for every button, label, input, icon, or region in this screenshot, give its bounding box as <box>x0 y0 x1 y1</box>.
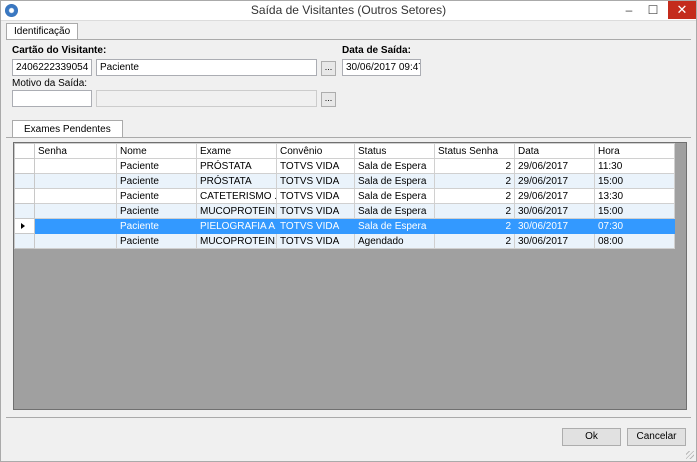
cell-data: 29/06/2017 <box>514 158 595 174</box>
table-header-row: Senha Nome Exame Convênio Status Status … <box>14 143 675 159</box>
cell-data: 30/06/2017 <box>514 203 595 219</box>
cell-status-senha: 2 <box>434 218 515 234</box>
cartao-input[interactable]: 2406222339054 <box>12 59 92 76</box>
data-saida-input[interactable]: 30/06/2017 09:47 <box>342 59 421 76</box>
cell-nome: Paciente <box>116 203 197 219</box>
main-window: Saída de Visitantes (Outros Setores) – ☐… <box>0 0 697 462</box>
window-title: Saída de Visitantes (Outros Setores) <box>250 3 447 17</box>
cell-nome: Paciente <box>116 173 197 189</box>
row-header[interactable] <box>14 173 35 189</box>
cell-convenio: TOTVS VIDA <box>276 218 355 234</box>
motivo-desc-field <box>96 90 317 107</box>
cell-status: Sala de Espera <box>354 188 435 204</box>
cell-senha <box>34 173 117 189</box>
table-row-selected[interactable]: Paciente PIELOGRAFIA A... TOTVS VIDA Sal… <box>14 218 675 234</box>
cell-status-senha: 2 <box>434 188 515 204</box>
cell-hora: 11:30 <box>594 158 675 174</box>
cell-hora: 15:00 <box>594 173 675 189</box>
cell-exame: MUCOPROTEIN... <box>196 203 277 219</box>
cell-status: Sala de Espera <box>354 158 435 174</box>
tab-identificacao[interactable]: Identificação <box>6 23 79 40</box>
motivo-input[interactable] <box>12 90 92 107</box>
column-header-status-senha[interactable]: Status Senha <box>434 143 515 159</box>
exams-grid[interactable]: Senha Nome Exame Convênio Status Status … <box>13 142 687 410</box>
cell-hora: 08:00 <box>594 233 675 249</box>
cartao-lookup-button[interactable]: ... <box>321 61 336 76</box>
cell-exame: MUCOPROTEIN... <box>196 233 277 249</box>
cell-data: 29/06/2017 <box>514 173 595 189</box>
column-header-convenio[interactable]: Convênio <box>276 143 355 159</box>
cell-status-senha: 2 <box>434 158 515 174</box>
column-header-exame[interactable]: Exame <box>196 143 277 159</box>
cell-status: Sala de Espera <box>354 218 435 234</box>
cell-data: 29/06/2017 <box>514 188 595 204</box>
cell-status-senha: 2 <box>434 233 515 249</box>
tab-exames-pendentes[interactable]: Exames Pendentes <box>12 120 123 138</box>
cell-hora: 15:00 <box>594 203 675 219</box>
table-row[interactable]: Paciente CATETERISMO ... TOTVS VIDA Sala… <box>14 188 675 204</box>
cell-exame: PRÓSTATA <box>196 173 277 189</box>
row-header[interactable] <box>14 203 35 219</box>
row-header[interactable] <box>14 188 35 204</box>
cell-senha <box>34 233 117 249</box>
resize-grip-icon[interactable] <box>686 451 694 459</box>
column-header-nome[interactable]: Nome <box>116 143 197 159</box>
exams-table: Senha Nome Exame Convênio Status Status … <box>14 143 675 249</box>
cell-exame: PIELOGRAFIA A... <box>196 218 277 234</box>
cell-status-senha: 2 <box>434 203 515 219</box>
column-header-status[interactable]: Status <box>354 143 435 159</box>
row-header[interactable] <box>14 158 35 174</box>
motivo-lookup-button[interactable]: ... <box>321 92 336 107</box>
cell-nome: Paciente <box>116 233 197 249</box>
cell-convenio: TOTVS VIDA <box>276 173 355 189</box>
column-header-hora[interactable]: Hora <box>594 143 675 159</box>
maximize-icon[interactable]: ☐ <box>640 1 666 19</box>
cell-status: Agendado <box>354 233 435 249</box>
cancel-button[interactable]: Cancelar <box>627 428 686 446</box>
cell-status: Sala de Espera <box>354 203 435 219</box>
cell-exame: PRÓSTATA <box>196 158 277 174</box>
cell-nome: Paciente <box>116 158 197 174</box>
row-header[interactable] <box>14 233 35 249</box>
cell-convenio: TOTVS VIDA <box>276 233 355 249</box>
cell-status: Sala de Espera <box>354 173 435 189</box>
table-row[interactable]: Paciente PRÓSTATA TOTVS VIDA Sala de Esp… <box>14 158 675 174</box>
column-header-data[interactable]: Data <box>514 143 595 159</box>
motivo-label: Motivo da Saída: <box>12 78 88 89</box>
cell-convenio: TOTVS VIDA <box>276 203 355 219</box>
cell-convenio: TOTVS VIDA <box>276 188 355 204</box>
table-row[interactable]: Paciente MUCOPROTEIN... TOTVS VIDA Sala … <box>14 203 675 219</box>
cell-status-senha: 2 <box>434 173 515 189</box>
cell-nome: Paciente <box>116 218 197 234</box>
cell-hora: 13:30 <box>594 188 675 204</box>
cartao-label: Cartão do Visitante: <box>12 45 107 56</box>
cell-senha <box>34 218 117 234</box>
cartao-name-field: Paciente <box>96 59 317 76</box>
cell-convenio: TOTVS VIDA <box>276 158 355 174</box>
cell-hora: 07:30 <box>594 218 675 234</box>
ok-button[interactable]: Ok <box>562 428 621 446</box>
cell-senha <box>34 188 117 204</box>
table-row[interactable]: Paciente MUCOPROTEIN... TOTVS VIDA Agend… <box>14 233 675 249</box>
minimize-icon[interactable]: – <box>616 1 642 19</box>
current-row-arrow-icon <box>21 222 25 229</box>
cell-senha <box>34 158 117 174</box>
close-icon[interactable]: ✕ <box>668 1 696 19</box>
data-saida-label: Data de Saída: <box>342 45 411 56</box>
row-header-corner <box>14 143 35 159</box>
cell-data: 30/06/2017 <box>514 218 595 234</box>
cell-senha <box>34 203 117 219</box>
title-bar[interactable]: Saída de Visitantes (Outros Setores) – ☐… <box>1 1 696 21</box>
cell-exame: CATETERISMO ... <box>196 188 277 204</box>
cell-nome: Paciente <box>116 188 197 204</box>
column-header-senha[interactable]: Senha <box>34 143 117 159</box>
cell-data: 30/06/2017 <box>514 233 595 249</box>
table-row[interactable]: Paciente PRÓSTATA TOTVS VIDA Sala de Esp… <box>14 173 675 189</box>
row-header-current[interactable] <box>14 218 35 234</box>
